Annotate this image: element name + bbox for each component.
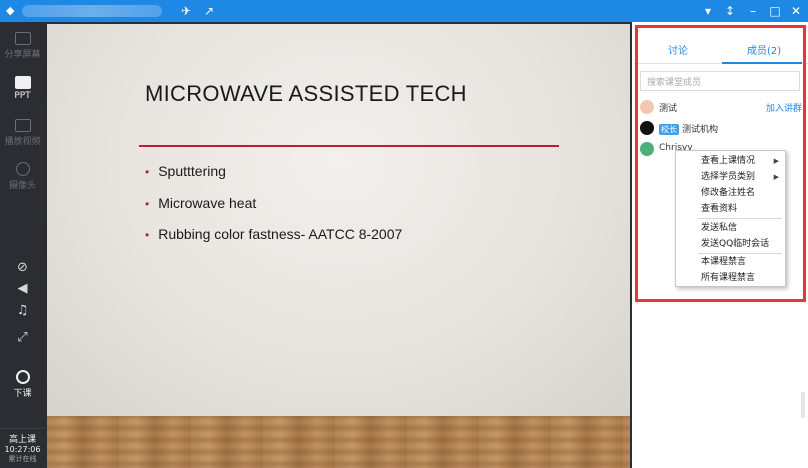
title-bar: ◆ ✈ ↗ ▾ ↕ – □ ✕ — [0, 0, 808, 22]
scrollbar[interactable] — [801, 392, 805, 418]
send-icon[interactable]: ✈ — [178, 3, 194, 19]
menu-item-private-message[interactable]: 发送私信 — [676, 220, 785, 236]
role-badge: 校长 — [659, 124, 679, 135]
invite-link[interactable]: 加入讲群 — [766, 101, 802, 114]
member-row[interactable]: 校长 测试机构 — [640, 120, 804, 136]
menu-separator — [698, 218, 782, 219]
menu-item-view-attendance[interactable]: 查看上课情况 ▶ — [676, 153, 785, 169]
submenu-arrow-icon: ▶ — [773, 173, 779, 181]
ppt-button[interactable]: PPT — [0, 76, 45, 101]
end-class-icon — [15, 370, 30, 384]
share-screen-icon — [14, 32, 31, 45]
share-out-icon[interactable]: ↗ — [201, 3, 217, 19]
slide-divider — [139, 145, 559, 147]
slide-title: MICROWAVE ASSISTED TECH — [145, 81, 467, 106]
member-name: 测试 — [659, 104, 678, 114]
play-video-button[interactable]: 播放视频 — [0, 119, 45, 147]
member-search-input[interactable]: 搜索课堂成员 — [640, 71, 800, 91]
speaker-icon[interactable]: ◀︎ — [0, 281, 45, 296]
avatar — [640, 121, 654, 135]
menu-item-mute-course[interactable]: 本课程禁言 — [676, 254, 785, 270]
class-duration-label: 累计在线 — [8, 455, 37, 463]
music-icon[interactable]: ♫ — [0, 303, 45, 318]
share-screen-button[interactable]: 分享屏幕 — [0, 32, 45, 60]
class-status: 高上课 10:27:06 累计在线 — [0, 428, 45, 468]
pin-icon[interactable]: ↕ — [722, 3, 738, 19]
menu-item-select-category[interactable]: 选择学员类别 ▶ — [676, 169, 785, 185]
submenu-arrow-icon: ▶ — [773, 157, 779, 165]
menu-item-qq-chat[interactable]: 发送QQ临时会话 — [676, 236, 785, 252]
tab-members[interactable]: 成员(2) — [747, 42, 781, 57]
ppt-slide: MICROWAVE ASSISTED TECH • Sputttering • Mi… — [47, 24, 630, 416]
slide-bullet: • Microwave heat — [145, 195, 257, 211]
member-name: 测试机构 — [682, 125, 719, 135]
member-row[interactable]: 测试 加入讲群 — [640, 99, 804, 115]
mic-muted-icon[interactable]: ⊘ — [0, 260, 45, 275]
camera-icon — [15, 162, 30, 176]
slide-stage: MICROWAVE ASSISTED TECH • Sputttering • Mi… — [45, 22, 632, 468]
menu-item-mute-all[interactable]: 所有课程禁言 — [676, 270, 785, 286]
classroom-app: ◆ ✈ ↗ ▾ ↕ – □ ✕ 分享屏幕 PPT 播放视频 摄像头 ⊘ ◀︎ ♫… — [0, 0, 808, 468]
left-toolbar: 分享屏幕 PPT 播放视频 摄像头 ⊘ ◀︎ ♫ ⤢ 下课 高上课 10:27:… — [0, 22, 45, 468]
menu-item-edit-remark[interactable]: 修改备注姓名 — [676, 185, 785, 201]
avatar — [640, 142, 654, 156]
play-video-icon — [14, 119, 31, 132]
maximize-icon[interactable]: □ — [767, 3, 783, 19]
avatar — [640, 100, 654, 114]
slide-bullet: • Rubbing color fastness- AATCC 8-2007 — [145, 226, 403, 242]
tab-discussion[interactable]: 讨论 — [668, 42, 688, 57]
class-timer: 10:27:06 — [4, 445, 41, 454]
panel-tabs: 讨论 成员(2) — [634, 34, 808, 64]
minimize-icon[interactable]: – — [745, 3, 761, 19]
wood-floor-background — [47, 416, 630, 468]
blurred-title — [22, 5, 162, 17]
camera-button[interactable]: 摄像头 — [0, 162, 45, 191]
active-tab-indicator — [722, 62, 802, 64]
dropdown-icon[interactable]: ▾ — [700, 3, 716, 19]
close-icon[interactable]: ✕ — [788, 3, 804, 19]
end-class-button[interactable]: 下课 — [0, 370, 45, 399]
class-status-label: 高上课 — [8, 435, 36, 445]
member-context-menu: 查看上课情况 ▶ 选择学员类别 ▶ 修改备注姓名 查看资料 发送私信 发送QQ临时会… — [675, 150, 786, 287]
slide-bullet: • Sputttering — [145, 163, 226, 179]
menu-item-view-profile[interactable]: 查看资料 — [676, 201, 785, 217]
app-logo-icon: ◆ — [6, 4, 15, 17]
ppt-icon — [14, 76, 31, 89]
fullscreen-icon[interactable]: ⤢ — [0, 330, 45, 345]
